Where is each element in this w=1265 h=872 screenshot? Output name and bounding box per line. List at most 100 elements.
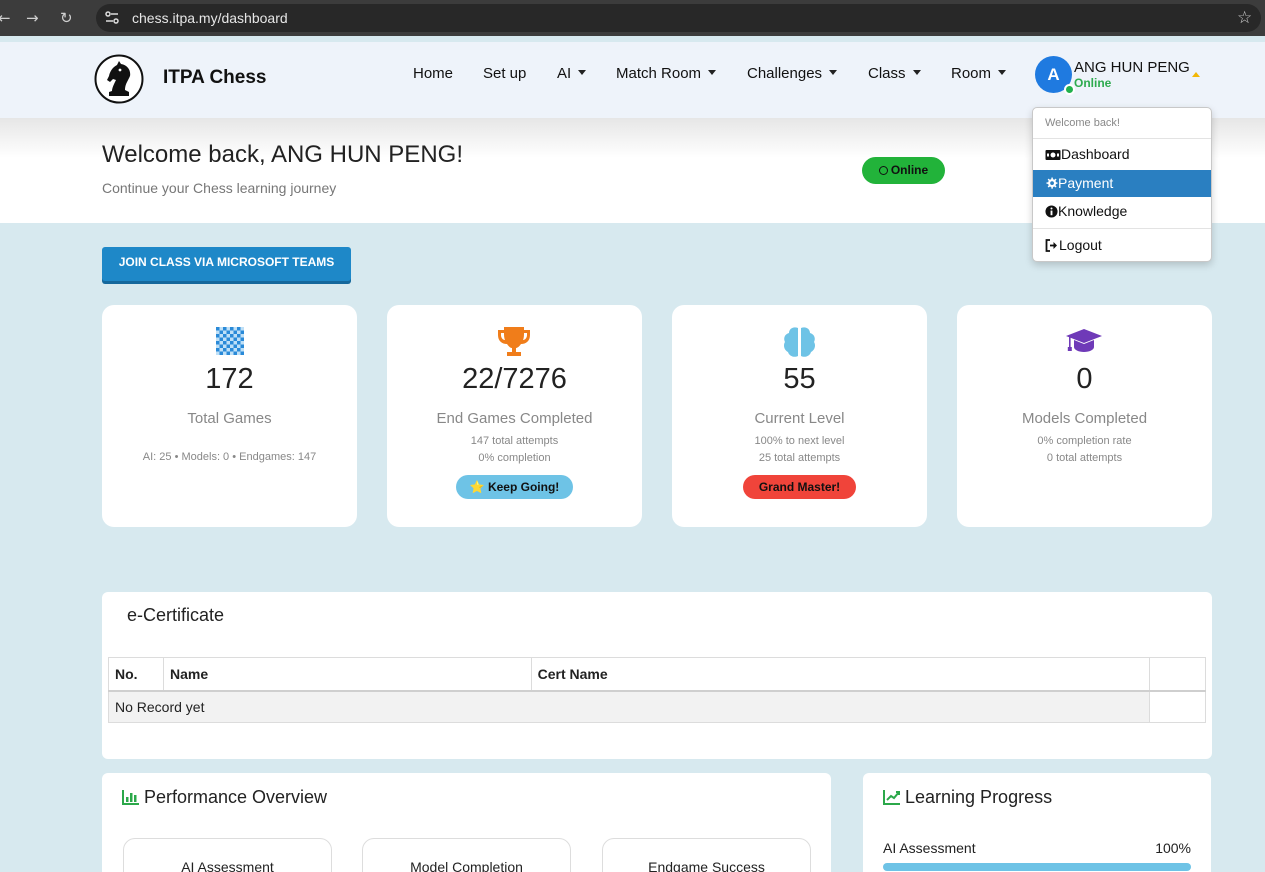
brand-name[interactable]: ITPA Chess [163, 67, 266, 89]
browser-toolbar: ← → ↻ chess.itpa.my/dashboard ☆ [0, 0, 1265, 36]
keep-going-badge: ⭐ Keep Going! [456, 475, 573, 499]
stat-card-models-completed: 0 Models Completed 0% completion rate 0 … [957, 305, 1212, 527]
nav-class-dropdown[interactable]: Class [868, 65, 921, 82]
trophy-icon [498, 327, 530, 356]
current-level-progress: 100% to next level [754, 435, 845, 447]
menu-item-dashboard[interactable]: Dashboard [1033, 141, 1211, 168]
logout-icon [1045, 239, 1057, 252]
nav-match-room-dropdown[interactable]: Match Room [616, 65, 717, 82]
models-attempts: 0 total attempts [1046, 452, 1123, 464]
learning-progress-heading: Learning Progress [883, 787, 1052, 808]
end-games-attempts: 147 total attempts [470, 435, 559, 447]
menu-label-knowledge: Knowledge [1058, 203, 1128, 219]
bookmark-star-icon[interactable]: ☆ [1237, 8, 1252, 28]
no-record-cell: No Record yet [107, 690, 1151, 723]
performance-overview-heading: Performance Overview [122, 787, 327, 808]
reload-icon[interactable]: ↻ [60, 8, 73, 28]
gear-icon [1046, 177, 1058, 189]
end-games-value: 22/7276 [462, 363, 567, 395]
menu-item-payment[interactable]: Payment [1033, 170, 1211, 197]
stat-card-current-level: 55 Current Level 100% to next level 25 t… [672, 305, 927, 527]
progress-fill [883, 863, 1191, 871]
models-completed-value: 0 [1076, 363, 1093, 395]
caret-down-icon [578, 70, 587, 75]
ai-assessment-progress-bar [883, 863, 1191, 871]
chess-knight-logo[interactable] [94, 54, 144, 104]
nav-match-room-label: Match Room [616, 65, 702, 82]
endgame-success-label: Endgame Success [648, 859, 765, 872]
brain-icon [784, 327, 815, 357]
caret-down-icon [829, 70, 838, 75]
ai-assessment-progress-value: 100% [1155, 840, 1191, 856]
ai-assessment-card: AI Assessment [123, 838, 332, 872]
menu-item-knowledge[interactable]: Knowledge [1033, 198, 1211, 225]
url-text[interactable]: chess.itpa.my/dashboard [132, 10, 288, 26]
money-bill-icon [1045, 150, 1061, 160]
current-level-label: Current Level [754, 410, 845, 427]
empty-cell [1149, 690, 1206, 723]
performance-overview-panel: Performance Overview AI Assessment Model… [102, 773, 831, 872]
stat-card-total-games: 172 Total Games AI: 25 • Models: 0 • End… [102, 305, 357, 527]
learning-progress-panel: Learning Progress AI Assessment 100% [863, 773, 1211, 872]
chessboard-icon [216, 327, 244, 355]
dropdown-divider [1033, 228, 1211, 229]
menu-label-logout: Logout [1059, 237, 1102, 253]
caret-down-icon [998, 70, 1007, 75]
caret-up-icon[interactable] [1192, 72, 1200, 77]
welcome-title: Welcome back, ANG HUN PENG! [102, 141, 463, 168]
line-chart-icon [883, 790, 900, 805]
stat-card-end-games: 22/7276 End Games Completed 147 total at… [387, 305, 642, 527]
nav-ai-dropdown[interactable]: AI [557, 65, 587, 82]
caret-down-icon [708, 70, 717, 75]
learning-progress-title: Learning Progress [905, 787, 1053, 807]
total-games-breakdown: AI: 25 • Models: 0 • Endgames: 147 [142, 451, 317, 463]
models-completed-label: Models Completed [1021, 410, 1148, 427]
table-row: No Record yet [107, 690, 1206, 723]
col-name: Name [162, 657, 532, 692]
nav-home-label: Home [413, 65, 454, 82]
caret-down-icon [912, 70, 921, 75]
online-status-badge: Online [862, 157, 945, 184]
certificate-table: No. Name Cert Name No Record yet [107, 657, 1206, 723]
dropdown-divider [1033, 138, 1211, 139]
col-cert-name: Cert Name [530, 657, 1151, 692]
menu-label-payment: Payment [1058, 175, 1114, 191]
total-games-label: Total Games [187, 410, 272, 427]
graduation-cap-icon [1066, 329, 1102, 352]
model-completion-label: Model Completion [410, 859, 523, 872]
nav-room-dropdown[interactable]: Room [951, 65, 1007, 82]
user-status: Online [1074, 76, 1112, 90]
col-no: No. [108, 657, 164, 692]
total-games-value: 172 [205, 363, 254, 395]
dropdown-header: Welcome back! [1045, 117, 1120, 129]
current-level-value: 55 [783, 363, 816, 395]
site-settings-icon[interactable] [104, 10, 120, 26]
user-name[interactable]: ANG HUN PENG [1074, 59, 1190, 76]
menu-item-logout[interactable]: Logout [1033, 232, 1211, 259]
online-badge-label: Online [890, 163, 929, 177]
nav-challenges-dropdown[interactable]: Challenges [747, 65, 838, 82]
back-arrow-icon[interactable]: ← [0, 8, 11, 28]
user-dropdown-menu: Welcome back! Dashboard Payment Knowledg… [1032, 107, 1212, 262]
nav-challenges-label: Challenges [747, 65, 823, 82]
status-ring-icon [878, 166, 888, 175]
info-circle-icon [1045, 205, 1058, 218]
nav-ai-label: AI [557, 65, 572, 82]
nav-room-label: Room [951, 65, 992, 82]
end-games-completion: 0% completion [478, 452, 551, 464]
grand-master-badge: Grand Master! [743, 475, 856, 499]
nav-setup[interactable]: Set up [483, 65, 526, 82]
e-certificate-panel: e-Certificate No. Name Cert Name No Reco… [102, 592, 1212, 759]
end-games-label: End Games Completed [436, 410, 593, 427]
join-teams-button[interactable]: JOIN CLASS VIA MICROSOFT TEAMS [102, 247, 351, 281]
endgame-success-card: Endgame Success [602, 838, 811, 872]
current-level-attempts: 25 total attempts [758, 452, 841, 464]
performance-overview-title: Performance Overview [144, 787, 328, 807]
bar-chart-icon [122, 790, 139, 805]
forward-arrow-icon[interactable]: → [26, 8, 39, 28]
nav-home[interactable]: Home [413, 65, 453, 82]
nav-setup-label: Set up [483, 65, 527, 82]
menu-label-dashboard: Dashboard [1061, 146, 1130, 162]
nav-class-label: Class [868, 65, 906, 82]
e-certificate-title: e-Certificate [127, 605, 225, 625]
